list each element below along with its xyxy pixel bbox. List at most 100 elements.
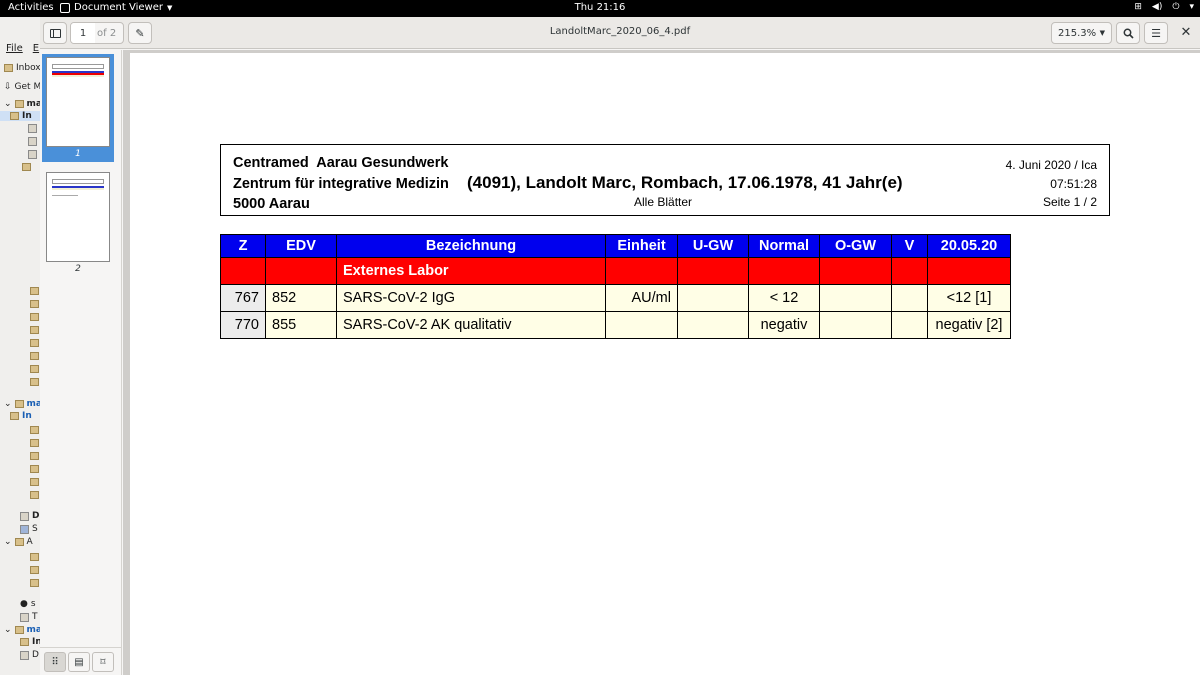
- folder-icon: [30, 478, 39, 486]
- bg-folder-item[interactable]: [22, 162, 31, 172]
- bg-folder-item[interactable]: [30, 451, 39, 461]
- cell-ogw: [819, 311, 892, 339]
- cell-bezeichnung: SARS-CoV-2 AK qualitativ: [336, 311, 606, 339]
- bg-folder-item[interactable]: [30, 338, 39, 348]
- thumbnails-view-button[interactable]: ⠿: [44, 652, 66, 672]
- folder-icon: [30, 579, 39, 587]
- close-button[interactable]: ✕: [1179, 26, 1193, 40]
- bg-menu-edit[interactable]: E: [33, 43, 39, 54]
- document-area[interactable]: Centramed Aarau Gesundwerk Zentrum für i…: [123, 50, 1200, 675]
- zoom-value: 215.3%: [1058, 27, 1097, 39]
- inbox-icon: [20, 638, 29, 646]
- bg-folder-item[interactable]: [30, 565, 39, 575]
- system-tray[interactable]: ⊞ ◀) ⏻ ▾: [1134, 2, 1194, 12]
- power-icon: ⏻: [1172, 2, 1180, 12]
- sidebar-footer: ⠿ ▤ ⌑: [40, 647, 121, 675]
- folder-icon: [30, 352, 39, 360]
- bg-folder-item[interactable]: In: [10, 411, 32, 421]
- pdf-page: Centramed Aarau Gesundwerk Zentrum für i…: [130, 53, 1200, 675]
- report-header: Centramed Aarau Gesundwerk Zentrum für i…: [220, 144, 1110, 216]
- bg-folder-item[interactable]: [30, 299, 39, 309]
- column-header: EDV: [265, 234, 337, 258]
- bg-folder-item[interactable]: [30, 477, 39, 487]
- inbox-icon: [4, 64, 13, 72]
- search-icon: [1123, 28, 1134, 39]
- report-date: 4. Juni 2020 / Ica: [1005, 158, 1097, 172]
- account-icon: [14, 626, 24, 634]
- table-row: 767 852 SARS-CoV-2 IgG AU/ml < 12 <12 [1…: [220, 284, 1011, 312]
- bg-folder-item[interactable]: [28, 123, 37, 133]
- folder-icon: [30, 365, 39, 373]
- chevron-down-icon: ▾: [1189, 2, 1194, 12]
- table-row: 770 855 SARS-CoV-2 AK qualitativ negativ…: [220, 311, 1011, 339]
- cell-einheit: AU/ml: [605, 284, 678, 312]
- cell-z: 770: [220, 311, 266, 339]
- bg-folder-item[interactable]: D: [20, 650, 39, 660]
- main-menu-button[interactable]: ☰: [1144, 22, 1168, 44]
- thumbnail-image: [46, 172, 110, 262]
- bg-folder-item[interactable]: S: [20, 524, 38, 534]
- bookmarks-view-button[interactable]: ⌑: [92, 652, 114, 672]
- hamburger-icon: ☰: [1151, 26, 1161, 40]
- bg-folder-item[interactable]: [30, 552, 39, 562]
- spam-icon: ●: [20, 599, 28, 609]
- zoom-selector[interactable]: 215.3% ▼: [1051, 22, 1112, 44]
- document-title: LandoltMarc_2020_06_4.pdf: [549, 26, 691, 37]
- cell-normal: negativ: [748, 311, 820, 339]
- bg-folder-item[interactable]: [30, 578, 39, 588]
- folder-icon: [28, 136, 37, 146]
- bg-folder-item[interactable]: ⌄ A: [4, 537, 33, 547]
- bg-menubar: File E: [6, 43, 40, 54]
- org-subtitle: Zentrum für integrative Medizin: [233, 175, 449, 192]
- clock[interactable]: Thu 21:16: [0, 2, 1200, 13]
- bg-folder-item[interactable]: T: [20, 612, 38, 622]
- bg-folder-item[interactable]: ⌄mai: [4, 399, 40, 409]
- folder-icon: [30, 439, 39, 447]
- bg-folder-item[interactable]: Inbox: [4, 63, 40, 73]
- bg-folder-item[interactable]: [30, 312, 39, 322]
- outline-view-button[interactable]: ▤: [68, 652, 90, 672]
- bg-folder-item[interactable]: [30, 286, 39, 296]
- bg-folder-item[interactable]: In: [0, 111, 40, 121]
- report-meta: 4. Juni 2020 / Ica 07:51:28 Seite 1 / 2: [1006, 156, 1097, 212]
- folder-icon: [30, 339, 39, 347]
- bg-folder-item[interactable]: [30, 364, 39, 374]
- bg-folder-item[interactable]: [30, 490, 39, 500]
- inbox-icon: [10, 412, 19, 420]
- org-name: Centramed Aarau Gesundwerk: [233, 155, 449, 171]
- cell-einheit: [605, 311, 678, 339]
- thumbnail-page-1[interactable]: 1: [42, 54, 114, 162]
- header-bar: of 2 ✎ LandoltMarc_2020_06_4.pdf 215.3% …: [40, 17, 1200, 49]
- system-top-bar: Activities Document Viewer ▼ Thu 21:16 ⊞…: [0, 0, 1200, 17]
- bg-menu-file[interactable]: File: [6, 43, 23, 54]
- thumbnail-page-2[interactable]: 2: [42, 169, 114, 277]
- bg-folder-item[interactable]: ⌄mai: [4, 625, 40, 635]
- bg-folder-item[interactable]: D: [20, 511, 39, 521]
- column-header: Normal: [748, 234, 820, 258]
- column-header: O-GW: [819, 234, 892, 258]
- folder-icon: [30, 287, 39, 295]
- report-page: Seite 1 / 2: [1042, 195, 1097, 209]
- bg-folder-item[interactable]: [30, 325, 39, 335]
- bg-folder-item[interactable]: [28, 136, 37, 146]
- background-mail-app: File E Inbox ⇩Get M ⌄mai In ⌄mai In D S ⌄…: [0, 17, 40, 675]
- bg-folder-item[interactable]: ● s: [20, 599, 36, 609]
- bg-folder-item[interactable]: ⇩ Get M: [4, 82, 40, 92]
- bg-folder-item[interactable]: [30, 464, 39, 474]
- folder-icon: [30, 313, 39, 321]
- search-button[interactable]: [1116, 22, 1140, 44]
- bookmark-icon: ⌑: [100, 656, 106, 668]
- bg-folder-item[interactable]: [30, 438, 39, 448]
- bg-folder-item[interactable]: In: [20, 637, 40, 647]
- chevron-down-icon: ⌄: [4, 399, 12, 409]
- bg-folder-item[interactable]: [30, 351, 39, 361]
- folder-icon: [30, 566, 39, 574]
- patient-info: (4091), Landolt Marc, Rombach, 17.06.197…: [467, 173, 903, 192]
- bg-folder-item[interactable]: [30, 425, 39, 435]
- column-header: 20.05.20: [927, 234, 1011, 258]
- bg-folder-item[interactable]: [30, 377, 39, 387]
- bg-folder-item[interactable]: [28, 149, 37, 159]
- cell-z: 767: [220, 284, 266, 312]
- bg-folder-item[interactable]: ⌄mai: [4, 99, 40, 109]
- column-header: Einheit: [605, 234, 678, 258]
